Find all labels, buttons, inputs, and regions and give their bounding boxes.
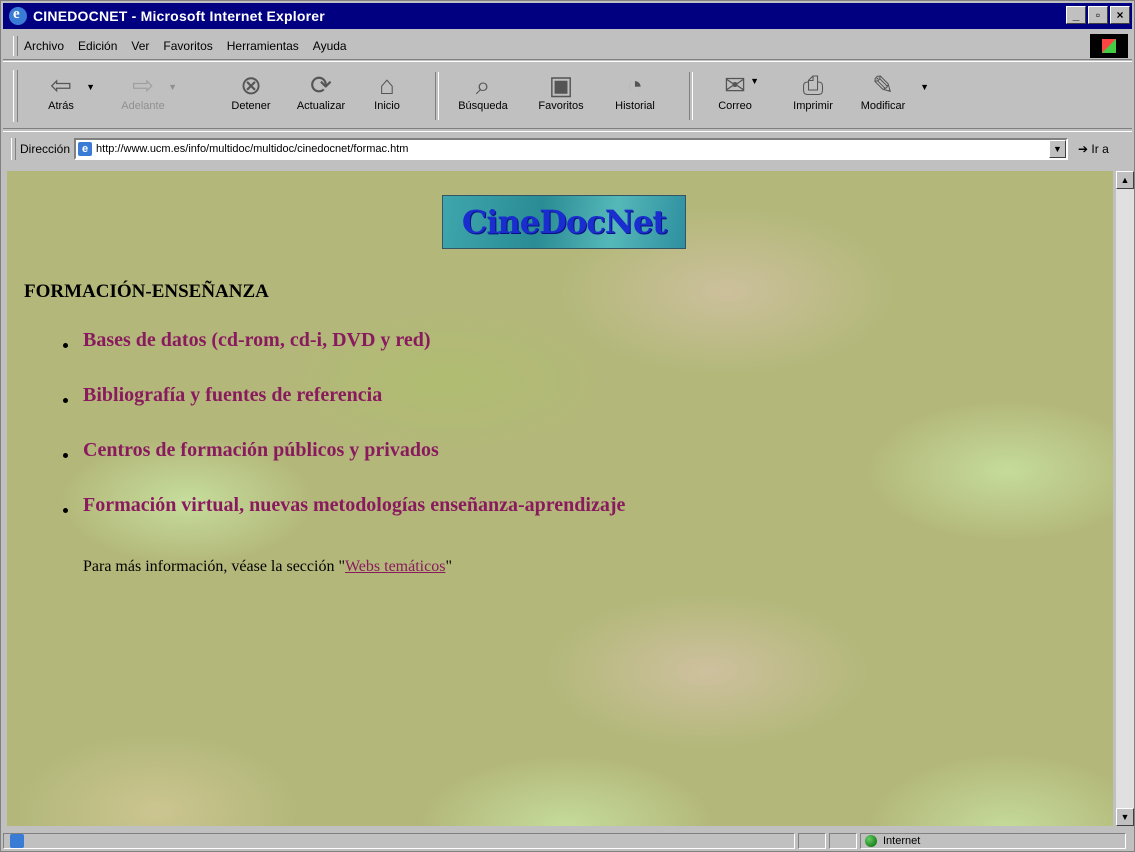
edit-dropdown-icon[interactable]: ▼	[920, 82, 929, 92]
close-button[interactable]: ×	[1110, 6, 1130, 24]
back-arrow-icon: ⇦	[50, 70, 72, 100]
print-label: Imprimir	[793, 100, 833, 112]
back-button[interactable]: ⇦ Atrás ▼	[29, 70, 95, 112]
status-zone: Internet	[860, 833, 1126, 849]
status-pane-secure	[829, 833, 857, 849]
toolbar-grip	[13, 70, 18, 122]
page-heading: FORMACIÓN-ENSEÑANZA	[24, 281, 269, 302]
scroll-down-icon[interactable]: ▼	[1116, 808, 1134, 826]
page-content: CineDocNet FORMACIÓN-ENSEÑANZA Bases de …	[7, 171, 1113, 826]
back-dropdown-icon[interactable]: ▼	[86, 82, 95, 92]
cinedocnet-logo: CineDocNet	[442, 195, 686, 249]
info-prefix: Para más información, véase la sección "	[83, 558, 345, 575]
status-main	[3, 833, 795, 849]
menubar-grip	[13, 36, 18, 56]
addressbar-grip	[11, 138, 16, 160]
search-label: Búsqueda	[458, 100, 508, 112]
history-icon: ◔	[627, 70, 643, 100]
info-text: Para más información, véase la sección "…	[83, 558, 452, 576]
print-button[interactable]: ⎙ Imprimir	[781, 70, 845, 112]
search-icon: ⌕	[475, 70, 491, 100]
edit-label: Modificar	[860, 100, 906, 112]
favorites-button[interactable]: ▣ Favoritos	[529, 70, 593, 112]
menu-bar: Archivo Edición Ver Favoritos Herramient…	[3, 33, 1132, 60]
home-label: Inicio	[374, 100, 400, 112]
minimize-button[interactable]: _	[1066, 6, 1086, 24]
stop-icon: ⊗	[240, 70, 262, 100]
address-dropdown-icon[interactable]: ▼	[1049, 140, 1067, 158]
menu-herramientas[interactable]: Herramientas	[227, 39, 299, 53]
status-bar: Internet	[3, 831, 1132, 851]
zone-label: Internet	[883, 835, 921, 847]
link-centros-formacion[interactable]: Centros de formación públicos y privados	[61, 439, 625, 494]
link-formacion-virtual[interactable]: Formación virtual, nuevas metodologías e…	[61, 494, 625, 549]
menu-edicion[interactable]: Edición	[78, 39, 117, 53]
go-button[interactable]: ➔ Ir a	[1078, 142, 1109, 156]
logo-text: CineDocNet	[461, 203, 667, 241]
stop-label: Detener	[231, 100, 271, 112]
address-url[interactable]: http://www.ucm.es/info/multidoc/multidoc…	[96, 143, 408, 155]
forward-dropdown-icon[interactable]: ▼	[168, 82, 177, 92]
toolbar-separator	[435, 72, 439, 120]
windows-logo-icon	[1090, 34, 1128, 58]
standard-toolbar: ⇦ Atrás ▼ ⇨ Adelante ▼ ⊗ Detener ⟳ Actua…	[3, 61, 1132, 129]
printer-icon: ⎙	[802, 70, 824, 100]
link-bibliografia[interactable]: Bibliografía y fuentes de referencia	[61, 384, 625, 439]
edit-icon: ✎	[872, 70, 894, 100]
mail-dropdown-icon[interactable]: ▼	[750, 76, 759, 86]
link-list: Bases de datos (cd-rom, cd-i, DVD y red)…	[61, 329, 625, 549]
address-input[interactable]: e http://www.ucm.es/info/multidoc/multid…	[74, 138, 1069, 160]
address-label: Dirección	[20, 142, 71, 156]
menu-favoritos[interactable]: Favoritos	[163, 39, 212, 53]
search-button[interactable]: ⌕ Búsqueda	[451, 70, 515, 112]
mail-button[interactable]: ✉ Correo ▼	[703, 70, 767, 112]
browser-window: CINEDOCNET - Microsoft Internet Explorer…	[0, 0, 1135, 852]
globe-icon	[865, 835, 877, 847]
page-status-icon	[10, 834, 24, 848]
address-bar: Dirección e http://www.ucm.es/info/multi…	[3, 131, 1132, 166]
link-bases-de-datos[interactable]: Bases de datos (cd-rom, cd-i, DVD y red)	[61, 329, 625, 384]
menu-archivo[interactable]: Archivo	[24, 39, 64, 53]
page-icon: e	[78, 142, 93, 156]
forward-arrow-icon: ⇨	[132, 70, 154, 100]
favorites-icon: ▣	[548, 70, 574, 100]
window-title: CINEDOCNET - Microsoft Internet Explorer	[33, 8, 325, 24]
refresh-label: Actualizar	[296, 100, 346, 112]
history-label: Historial	[615, 100, 655, 112]
favorites-label: Favoritos	[538, 100, 584, 112]
forward-label: Adelante	[121, 100, 165, 112]
mail-label: Correo	[718, 100, 752, 112]
forward-button[interactable]: ⇨ Adelante ▼	[111, 70, 177, 112]
stop-button[interactable]: ⊗ Detener	[219, 70, 283, 112]
vertical-scrollbar[interactable]: ▲ ▼	[1116, 171, 1134, 826]
title-bar: CINEDOCNET - Microsoft Internet Explorer…	[3, 3, 1132, 29]
info-suffix: "	[445, 558, 452, 575]
toolbar-separator	[689, 72, 693, 120]
menu-ayuda[interactable]: Ayuda	[313, 39, 347, 53]
history-button[interactable]: ◔ Historial	[603, 70, 667, 112]
ie-logo-icon	[9, 6, 27, 25]
maximize-button[interactable]: ▫	[1088, 6, 1108, 24]
menu-ver[interactable]: Ver	[131, 39, 149, 53]
back-label: Atrás	[48, 100, 74, 112]
refresh-icon: ⟳	[310, 70, 332, 100]
scroll-up-icon[interactable]: ▲	[1116, 171, 1134, 189]
home-button[interactable]: ⌂ Inicio	[355, 70, 419, 112]
edit-button[interactable]: ✎ Modificar ▼	[851, 70, 929, 112]
home-icon: ⌂	[379, 70, 395, 100]
webs-tematicos-link[interactable]: Webs temáticos	[345, 558, 445, 575]
refresh-button[interactable]: ⟳ Actualizar	[289, 70, 353, 112]
status-pane-progress	[798, 833, 826, 849]
go-label: Ir a	[1091, 142, 1109, 156]
